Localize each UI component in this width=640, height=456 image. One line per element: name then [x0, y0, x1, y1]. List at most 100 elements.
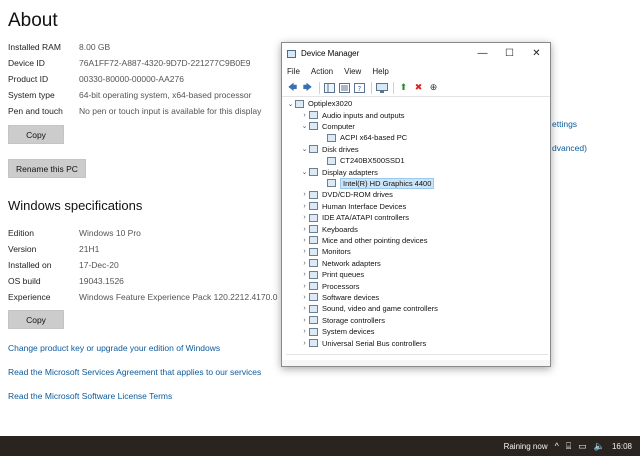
close-icon[interactable]: ✕: [523, 43, 550, 64]
menu-bar: File Action View Help: [282, 64, 550, 79]
chevron-right-icon[interactable]: ›: [300, 214, 309, 221]
license-terms-link[interactable]: Read the Microsoft Software License Term…: [8, 391, 172, 401]
chevron-right-icon[interactable]: ›: [300, 328, 309, 335]
chevron-down-icon[interactable]: ⌄: [286, 100, 295, 108]
tree-item-label: DVD/CD-ROM drives: [322, 190, 393, 200]
chevron-right-icon[interactable]: ›: [300, 294, 309, 301]
tree-item[interactable]: › DVD/CD-ROM drives: [300, 189, 393, 200]
network-icon[interactable]: ⌸: [566, 441, 571, 452]
chevron-right-icon[interactable]: ›: [300, 305, 309, 312]
device-category-icon: [309, 122, 318, 131]
chevron-right-icon[interactable]: ›: [300, 340, 309, 347]
device-category-icon: [309, 213, 318, 222]
chevron-right-icon[interactable]: ›: [300, 226, 309, 233]
device-category-icon: [309, 168, 318, 177]
back-arrow-icon[interactable]: 🡄: [286, 82, 299, 94]
tree-item[interactable]: › Audio inputs and outputs: [300, 109, 405, 120]
tree-item-label: IDE ATA/ATAPI controllers: [322, 213, 409, 223]
tree-item-label: ACPI x64-based PC: [340, 133, 408, 143]
tree-item[interactable]: ⌄ Display adapters: [300, 166, 378, 177]
tree-item[interactable]: › Mice and other pointing devices: [300, 235, 427, 246]
weather-status[interactable]: Raining now: [504, 442, 548, 451]
forward-arrow-icon[interactable]: 🡆: [301, 82, 314, 94]
tree-item[interactable]: › Network adapters: [300, 258, 381, 269]
chevron-right-icon[interactable]: ›: [300, 317, 309, 324]
tree-item[interactable]: › Print queues: [300, 269, 364, 280]
toolbar-separator: [393, 81, 394, 94]
services-agreement-link[interactable]: Read the Microsoft Services Agreement th…: [8, 367, 261, 377]
menu-file[interactable]: File: [287, 67, 300, 76]
chevron-right-icon[interactable]: ›: [300, 191, 309, 198]
device-manager-icon: [287, 49, 296, 58]
chevron-right-icon[interactable]: ›: [300, 260, 309, 267]
device-category-icon: [309, 270, 318, 279]
chevron-right-icon[interactable]: ›: [300, 248, 309, 255]
toolbar-separator: [371, 81, 372, 94]
chevron-down-icon[interactable]: ⌄: [300, 168, 309, 176]
tree-item[interactable]: Intel(R) HD Graphics 4400: [318, 177, 435, 189]
maximize-icon[interactable]: ☐: [496, 43, 523, 64]
tree-item-label: Software devices: [322, 292, 380, 302]
spec-row-version: Version 21H1: [8, 244, 99, 254]
tree-item[interactable]: ⌄ Computer: [300, 121, 355, 132]
windows-specs-title: Windows specifications: [8, 198, 143, 213]
tree-item[interactable]: › Storage controllers: [300, 315, 385, 326]
taskbar: Raining now ^ ⌸ ▭ 🔈 16:08: [0, 436, 640, 456]
menu-action[interactable]: Action: [311, 67, 333, 76]
tree-item-label: Network adapters: [322, 258, 381, 268]
show-hide-console-tree-icon[interactable]: [323, 82, 336, 94]
minimize-icon[interactable]: —: [469, 43, 496, 64]
copy-windows-specs-button[interactable]: Copy: [8, 310, 64, 329]
change-product-key-link[interactable]: Change product key or upgrade your editi…: [8, 343, 220, 353]
volume-icon[interactable]: 🔈: [594, 441, 605, 452]
chevron-down-icon[interactable]: ⌄: [300, 122, 309, 130]
properties-icon[interactable]: [338, 82, 351, 94]
advanced-settings-link[interactable]: dvanced): [552, 143, 587, 153]
scan-hardware-icon[interactable]: [375, 82, 388, 94]
tree-item[interactable]: › Software devices: [300, 292, 379, 303]
spec-row-system-type: System type 64-bit operating system, x64-…: [8, 90, 251, 100]
device-category-icon: [309, 202, 318, 211]
update-driver-icon[interactable]: ⬆: [397, 82, 410, 94]
spec-row-product-id: Product ID 00330-80000-00000-AA276: [8, 74, 184, 84]
tree-item[interactable]: ⌄ Optiplex3020: [286, 98, 353, 109]
chevron-right-icon[interactable]: ›: [300, 203, 309, 210]
chevron-down-icon[interactable]: ⌄: [300, 145, 309, 153]
chevron-right-icon[interactable]: ›: [300, 237, 309, 244]
tree-item-label: Storage controllers: [322, 315, 385, 325]
tree-item[interactable]: › Monitors: [300, 246, 350, 257]
spec-value: 17-Dec-20: [79, 260, 119, 270]
chevron-right-icon[interactable]: ›: [300, 112, 309, 119]
tree-item-label: Audio inputs and outputs: [322, 110, 405, 120]
related-settings-link[interactable]: ettings: [552, 119, 577, 129]
tree-item[interactable]: › IDE ATA/ATAPI controllers: [300, 212, 409, 223]
tree-item[interactable]: › System devices: [300, 326, 374, 337]
tree-item[interactable]: › Universal Serial Bus controllers: [300, 337, 426, 348]
uninstall-device-icon[interactable]: ✖: [412, 82, 425, 94]
tree-item[interactable]: CT240BX500SSD1: [318, 155, 405, 166]
tree-item[interactable]: › Processors: [300, 280, 359, 291]
menu-help[interactable]: Help: [372, 67, 388, 76]
spec-value: 64-bit operating system, x64-based proce…: [79, 90, 252, 100]
title-bar[interactable]: Device Manager — ☐ ✕: [282, 43, 550, 64]
menu-view[interactable]: View: [344, 67, 361, 76]
tree-item-label: Universal Serial Bus controllers: [322, 338, 427, 348]
tree-item[interactable]: › Human Interface Devices: [300, 201, 406, 212]
chevron-right-icon[interactable]: ›: [300, 283, 309, 290]
copy-device-specs-button[interactable]: Copy: [8, 125, 64, 144]
tree-item[interactable]: › Sound, video and game controllers: [300, 303, 438, 314]
chevron-right-icon[interactable]: ›: [300, 271, 309, 278]
disable-device-icon[interactable]: ⊕: [427, 82, 440, 94]
rename-pc-button[interactable]: Rename this PC: [8, 159, 86, 178]
device-category-icon: [309, 259, 318, 268]
window-title: Device Manager: [301, 49, 360, 58]
spec-key: Installed on: [8, 260, 52, 270]
chevron-up-icon[interactable]: ^: [555, 441, 559, 451]
message-icon[interactable]: ▭: [578, 441, 587, 452]
tree-item[interactable]: ACPI x64-based PC: [318, 132, 407, 143]
tree-item[interactable]: › Keyboards: [300, 223, 358, 234]
tree-item[interactable]: ⌄ Disk drives: [300, 144, 359, 155]
device-category-icon: [327, 156, 336, 165]
clock[interactable]: 16:08: [612, 442, 632, 451]
help-icon[interactable]: ?: [353, 82, 366, 94]
